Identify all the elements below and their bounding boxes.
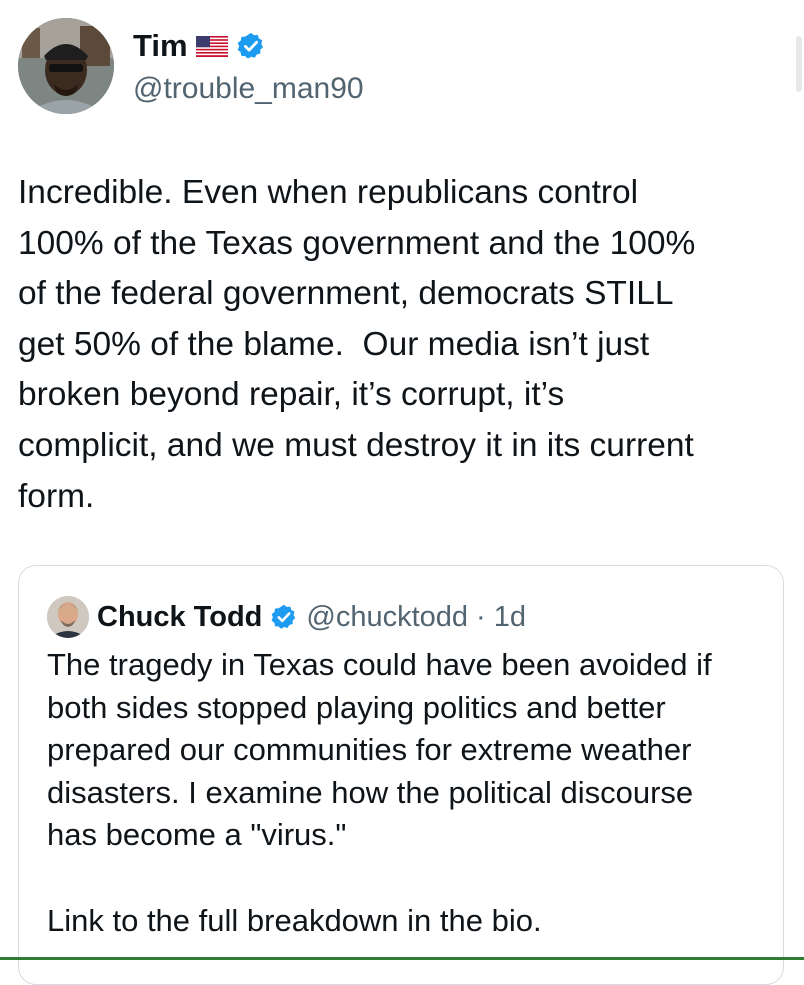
quoted-tweet-header: Chuck Todd @chucktodd · 1d [47,596,526,638]
verified-badge-icon [236,31,266,61]
quoted-author-handle[interactable]: @chucktodd [306,601,468,634]
quoted-tweet-card[interactable]: Chuck Todd @chucktodd · 1d The tragedy i… [18,565,784,985]
author-handle[interactable]: @trouble_man90 [133,72,364,106]
quoted-author-display-name[interactable]: Chuck Todd [97,601,262,634]
tweet-text: Incredible. Even when republicans contro… [18,174,696,515]
quoted-author-avatar[interactable] [47,596,89,638]
author-avatar[interactable] [18,18,114,114]
us-flag-icon [195,35,228,57]
verified-badge-icon [270,603,298,631]
author-name-row: Tim [133,28,266,64]
scrollbar[interactable] [796,36,802,92]
author-display-name[interactable]: Tim [133,28,188,64]
separator-dot: · [476,600,486,633]
tweet: Tim @trouble_man90 Incredible. Even when… [0,0,804,985]
quoted-tweet-time[interactable]: 1d [494,601,526,634]
quoted-tweet-text: The tragedy in Texas could have been avo… [47,647,712,938]
